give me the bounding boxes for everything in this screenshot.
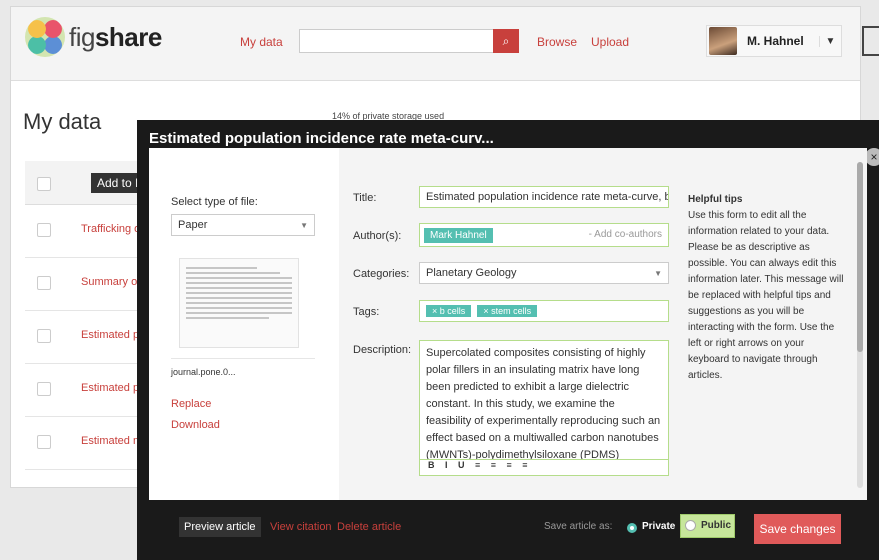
categories-label: Categories: — [353, 268, 410, 280]
modal-body: Select type of file: Paper ▼ journal.pon… — [149, 148, 867, 500]
logo-text-light: fig — [69, 21, 95, 52]
modal-title: Estimated population incidence rate meta… — [149, 130, 494, 147]
delete-article-link[interactable]: Delete article — [337, 521, 401, 533]
row-checkbox[interactable] — [37, 435, 51, 449]
tag-item[interactable]: × b cells — [426, 305, 472, 317]
user-name: M. Hahnel — [747, 34, 804, 48]
edge-bracket-icon — [862, 26, 879, 56]
select-all-checkbox[interactable] — [37, 177, 51, 191]
list-item[interactable]: Trafficking of — [25, 205, 155, 258]
tag-label: b cells — [439, 306, 466, 316]
list-item[interactable]: Estimated me — [25, 417, 155, 470]
search-input[interactable] — [299, 29, 519, 53]
list-item[interactable]: Summary of s — [25, 258, 155, 311]
public-radio[interactable] — [685, 520, 696, 531]
list-item[interactable]: Estimated po — [25, 311, 155, 364]
figshare-logo[interactable]: figshare — [25, 17, 162, 57]
user-menu[interactable]: M. Hahnel ▼ — [706, 25, 842, 57]
select-type-label: Select type of file: — [171, 196, 258, 208]
row-checkbox[interactable] — [37, 223, 51, 237]
tips-title: Helpful tips — [688, 194, 743, 205]
avatar — [709, 27, 737, 55]
private-label[interactable]: Private — [642, 521, 675, 532]
private-radio[interactable] — [627, 523, 637, 533]
file-name: journal.pone.0... — [171, 358, 315, 384]
tags-label: Tags: — [353, 306, 380, 318]
save-changes-button[interactable]: Save changes — [754, 514, 841, 544]
nav-upload[interactable]: Upload — [591, 35, 629, 49]
title-field[interactable]: Estimated population incidence rate meta… — [419, 186, 669, 208]
scrollbar-thumb[interactable] — [857, 162, 863, 352]
nav-browse[interactable]: Browse — [537, 35, 577, 49]
logo-mark-icon — [25, 17, 65, 57]
row-checkbox[interactable] — [37, 276, 51, 290]
file-panel: Select type of file: Paper ▼ journal.pon… — [149, 148, 339, 500]
tips-body: Use this form to edit all the informatio… — [688, 210, 844, 381]
preview-article-button[interactable]: Preview article — [179, 517, 261, 537]
chevron-down-icon: ▼ — [300, 221, 308, 230]
authors-field[interactable]: Mark Hahnel - Add co-authors — [419, 223, 669, 247]
nav-my-data[interactable]: My data — [240, 35, 283, 49]
author-tag[interactable]: Mark Hahnel — [424, 228, 493, 243]
download-link[interactable]: Download — [171, 419, 220, 431]
tag-label: stem cells — [491, 306, 532, 316]
tag-item[interactable]: × stem cells — [477, 305, 538, 317]
title-label: Title: — [353, 192, 377, 204]
page-title: My data — [23, 109, 102, 134]
public-label: Public — [701, 520, 732, 531]
category-value: Planetary Geology — [426, 267, 517, 279]
row-checkbox[interactable] — [37, 329, 51, 343]
save-as-label: Save article as: — [544, 521, 613, 532]
tags-field[interactable]: × b cells × stem cells — [419, 300, 669, 322]
top-bar: figshare My data ⌕ Browse Upload M. Hahn… — [11, 7, 860, 81]
description-field[interactable]: Supercolated composites consisting of hi… — [419, 340, 669, 460]
metadata-form: Title: Estimated population incidence ra… — [339, 148, 867, 500]
document-thumbnail — [179, 258, 299, 348]
authors-label: Author(s): — [353, 230, 402, 242]
text-format-toolbar[interactable]: B I U ≡ ≡ ≡ ≡ — [419, 460, 669, 476]
chevron-down-icon[interactable]: ▼ — [819, 35, 841, 47]
search-icon: ⌕ — [502, 34, 510, 48]
edit-article-modal: Estimated population incidence rate meta… — [137, 120, 879, 560]
file-type-select[interactable]: Paper ▼ — [171, 214, 315, 236]
search-button[interactable]: ⌕ — [493, 29, 519, 53]
logo-text-bold: share — [94, 21, 162, 52]
view-citation-link[interactable]: View citation — [270, 521, 332, 533]
add-coauthors-link[interactable]: - Add co-authors — [589, 229, 662, 240]
list-item[interactable]: Estimated po — [25, 364, 155, 417]
replace-link[interactable]: Replace — [171, 398, 211, 410]
chevron-down-icon: ▼ — [654, 269, 662, 278]
description-label: Description: — [353, 344, 412, 356]
categories-select[interactable]: Planetary Geology ▼ — [419, 262, 669, 284]
close-icon[interactable]: × — [865, 148, 879, 166]
file-type-value: Paper — [178, 219, 208, 231]
row-checkbox[interactable] — [37, 382, 51, 396]
